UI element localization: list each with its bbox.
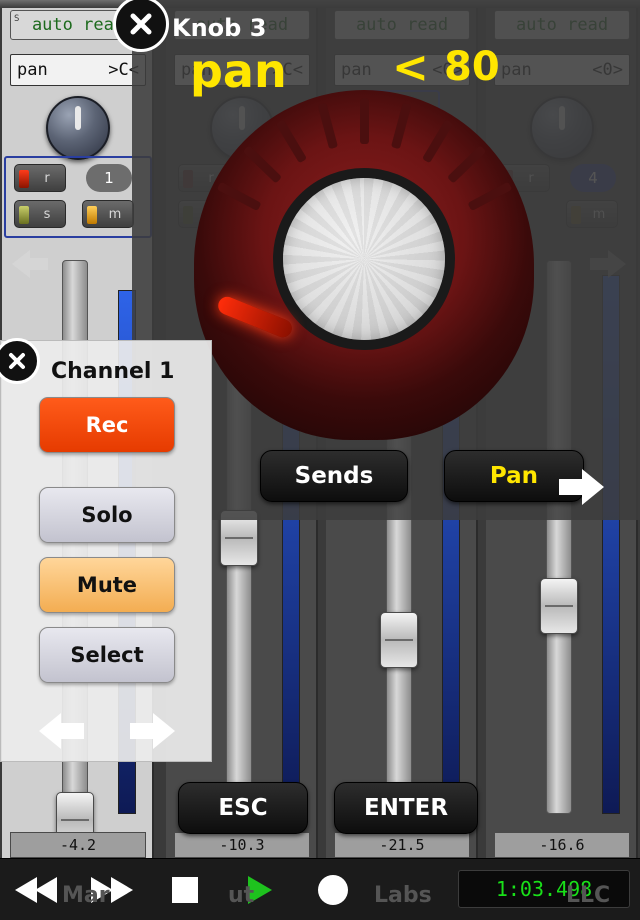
- channel-mute-label: Mute: [76, 573, 138, 597]
- channel-number-badge-1[interactable]: 1: [86, 164, 132, 192]
- fader-handle-3[interactable]: [380, 612, 418, 668]
- arrow-left-icon: [39, 713, 84, 749]
- channel-select-button[interactable]: Select: [39, 627, 175, 683]
- solo-button-1[interactable]: s: [14, 200, 66, 228]
- channel-rec-button[interactable]: Rec: [39, 397, 175, 453]
- arrow-right-icon: [559, 469, 604, 505]
- automation-mode-label: auto read: [31, 15, 125, 35]
- knob-pan-arrow: <: [392, 42, 429, 93]
- enter-button[interactable]: ENTER: [334, 782, 478, 834]
- esc-button-label: ESC: [218, 795, 268, 821]
- fader-value-label-2: -10.3: [219, 836, 265, 854]
- channel-number-label: 1: [104, 169, 114, 187]
- fast-forward-button[interactable]: [74, 859, 148, 920]
- stop-button[interactable]: [148, 859, 222, 920]
- transport-bar: 1:03.498: [0, 858, 640, 920]
- pan-button-label: Pan: [489, 463, 539, 489]
- play-icon: [248, 875, 272, 904]
- fader-value-2: -10.3: [174, 832, 310, 858]
- fader-handle-4[interactable]: [540, 578, 578, 634]
- channel-select-label: Select: [70, 643, 144, 667]
- fast-forward-icon: [91, 876, 133, 903]
- arrow-right-icon: [130, 713, 175, 749]
- knob-panel-title: Knob 3: [172, 14, 267, 42]
- automation-corner-icon: S: [14, 14, 20, 24]
- knob-hub[interactable]: [273, 168, 455, 350]
- close-icon: [130, 13, 152, 35]
- pan-knob-1[interactable]: [46, 96, 110, 160]
- channel-solo-label: Solo: [81, 503, 133, 527]
- channel-detail-panel: Channel 1 Rec Solo Mute Select: [0, 340, 212, 762]
- knob-next-arrow[interactable]: [554, 464, 608, 514]
- stop-icon: [172, 876, 198, 903]
- rewind-button[interactable]: [0, 859, 74, 920]
- sends-button-label: Sends: [294, 463, 374, 489]
- play-button[interactable]: [222, 859, 296, 920]
- channel-prev-button[interactable]: [35, 709, 89, 757]
- time-display[interactable]: 1:03.498: [458, 870, 630, 908]
- solo-button-label: s: [43, 206, 51, 222]
- channel-panel-title: Channel 1: [51, 359, 175, 384]
- solo-indicator-icon: [19, 206, 29, 224]
- sends-button[interactable]: Sends: [260, 450, 408, 502]
- knob-pan-value: 80: [444, 44, 500, 90]
- fader-value-1: -4.2: [10, 832, 146, 858]
- knob-hub-texture: [283, 178, 445, 340]
- rewind-icon: [15, 876, 57, 903]
- mute-button-label: m: [108, 206, 122, 222]
- strip-buttons-1: r 1 s m: [8, 160, 148, 234]
- rec-indicator-icon: [19, 170, 29, 188]
- record-button[interactable]: [296, 859, 370, 920]
- fader-value-3: -21.5: [334, 832, 470, 858]
- channel-next-button[interactable]: [125, 709, 179, 757]
- rec-button-label: r: [44, 170, 50, 186]
- enter-button-label: ENTER: [363, 795, 449, 821]
- large-pan-knob[interactable]: [194, 90, 534, 440]
- time-display-value: 1:03.498: [495, 877, 593, 901]
- fader-value-label-4: -16.6: [539, 836, 585, 854]
- record-icon: [318, 874, 348, 905]
- pan-display-label: pan: [17, 60, 48, 80]
- fader-value-label-3: -21.5: [379, 836, 425, 854]
- channel-rec-label: Rec: [85, 413, 129, 437]
- pan-display-1[interactable]: pan >C<: [10, 54, 146, 86]
- rec-button-1[interactable]: r: [14, 164, 66, 192]
- mute-button-1[interactable]: m: [82, 200, 134, 228]
- prev-bank-arrow[interactable]: [8, 244, 52, 284]
- fader-value-label-1: -4.2: [59, 836, 97, 854]
- mute-indicator-icon: [87, 206, 97, 224]
- esc-button[interactable]: ESC: [178, 782, 308, 834]
- fader-value-4: -16.6: [494, 832, 630, 858]
- channel-solo-button[interactable]: Solo: [39, 487, 175, 543]
- close-icon: [9, 353, 25, 369]
- channel-mute-button[interactable]: Mute: [39, 557, 175, 613]
